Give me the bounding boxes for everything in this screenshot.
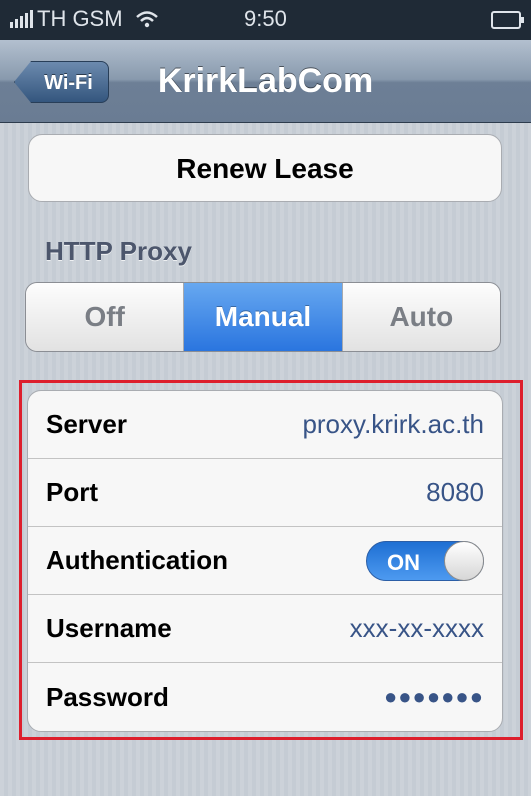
server-label: Server	[46, 409, 127, 439]
http-proxy-segmented-control: Off Manual Auto	[25, 282, 501, 352]
authentication-row: Authentication ON	[28, 527, 502, 595]
proxy-option-off[interactable]: Off	[26, 283, 185, 351]
battery-icon	[491, 11, 524, 29]
proxy-option-manual[interactable]: Manual	[184, 283, 343, 351]
toggle-state-text: ON	[387, 549, 420, 575]
carrier-group: TH GSM	[10, 6, 159, 32]
proxy-option-auto[interactable]: Auto	[342, 283, 500, 351]
username-label: Username	[46, 613, 172, 643]
status-time: 9:50	[244, 6, 287, 31]
server-field[interactable]: proxy.krirk.ac.th	[302, 409, 484, 440]
server-row[interactable]: Server proxy.krirk.ac.th	[28, 391, 502, 459]
signal-strength-icon	[10, 10, 33, 28]
wifi-icon	[135, 11, 158, 28]
password-row[interactable]: Password ●●●●●●●	[28, 663, 502, 731]
navigation-bar: Wi-Fi KrirkLabCom	[0, 40, 531, 123]
port-field[interactable]: 8080	[426, 477, 484, 508]
renew-lease-button[interactable]: Renew Lease	[28, 134, 502, 202]
toggle-knob	[444, 540, 484, 581]
password-label: Password	[46, 681, 169, 712]
proxy-settings-table: Server proxy.krirk.ac.th Port 8080 Authe…	[27, 390, 503, 732]
port-label: Port	[46, 477, 98, 507]
password-field[interactable]: ●●●●●●●	[384, 684, 484, 710]
username-field[interactable]: xxx-xx-xxxx	[350, 613, 484, 644]
authentication-label: Authentication	[46, 545, 228, 575]
authentication-toggle[interactable]: ON	[366, 540, 484, 581]
carrier-name: TH GSM	[37, 6, 123, 31]
username-row[interactable]: Username xxx-xx-xxxx	[28, 595, 502, 663]
port-row[interactable]: Port 8080	[28, 459, 502, 527]
http-proxy-section-label: HTTP Proxy	[45, 236, 192, 266]
status-bar: TH GSM 9:50	[0, 0, 531, 40]
page-title: KrirkLabCom	[157, 62, 374, 100]
